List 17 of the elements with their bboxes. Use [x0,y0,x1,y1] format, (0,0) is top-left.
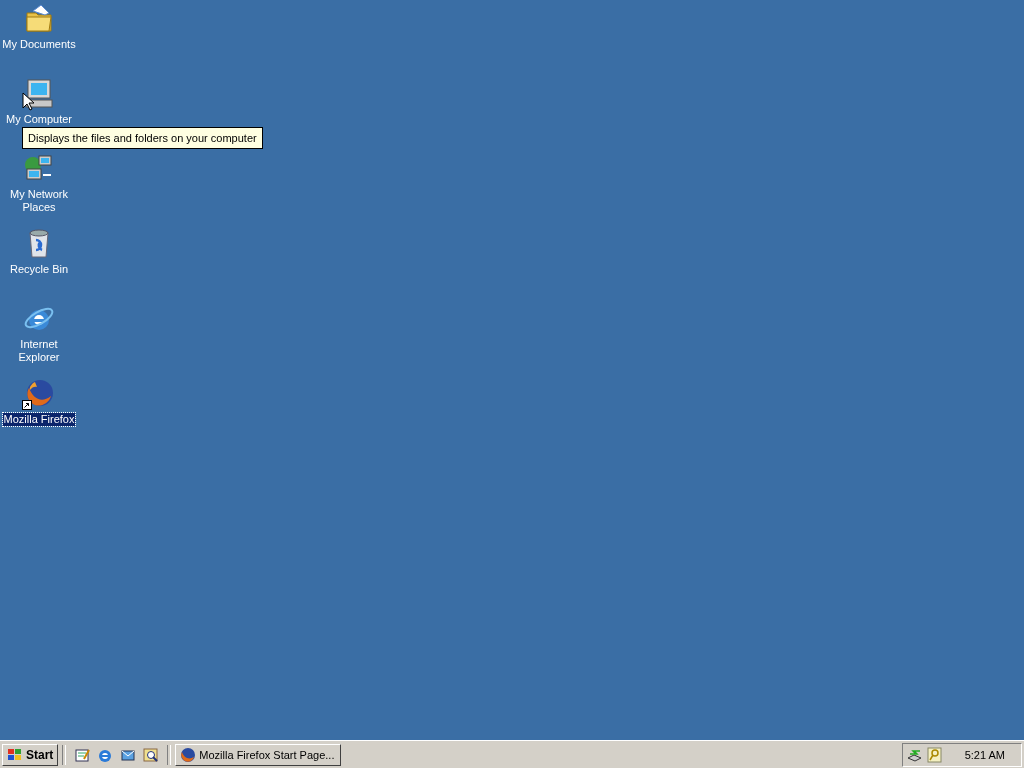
icon-label[interactable]: My Computer [5,113,73,126]
start-button[interactable]: Start [2,743,59,766]
key-icon[interactable] [925,746,942,763]
tooltip: Displays the files and folders on your computer [22,127,263,149]
task-button[interactable]: Mozilla Firefox Start Page... [175,743,342,766]
icon-label[interactable]: Mozilla Firefox [2,413,76,426]
icon-label[interactable]: My Network Places [0,188,78,214]
icon-label[interactable]: Internet Explorer [0,338,78,364]
icon-label[interactable]: Recycle Bin [8,263,70,276]
search-icon[interactable] [143,746,160,763]
icon-label[interactable]: My Documents [1,38,77,51]
documents-icon[interactable] [23,3,55,35]
computer-icon[interactable] [23,78,55,110]
mouse-pointer-icon [22,92,34,111]
firefox-icon [180,746,197,763]
clock[interactable]: 5:21 AM [964,748,1005,761]
windows-flag-icon [7,747,23,762]
